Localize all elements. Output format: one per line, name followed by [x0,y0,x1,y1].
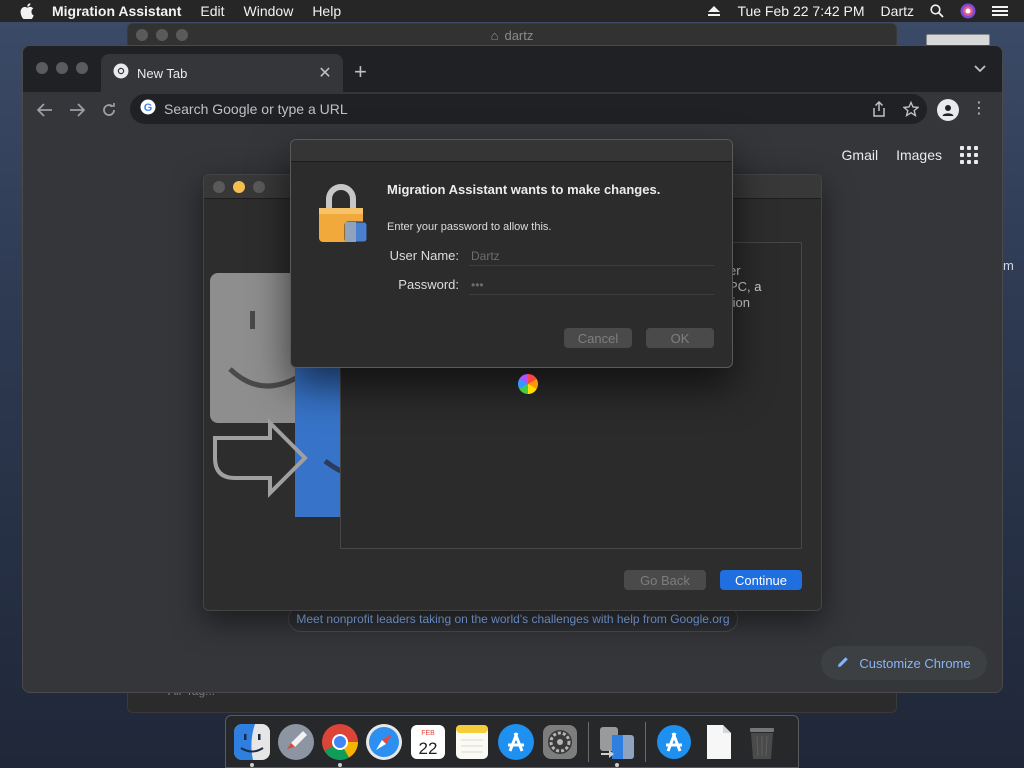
panel-text-line: PC, a [729,279,762,294]
gmail-link[interactable]: Gmail [842,147,879,163]
panel-text-line: tion [729,295,750,310]
dock-separator [588,721,589,762]
calendar-day: 22 [419,739,438,758]
tab-strip: New Tab ✕ + [23,46,1002,92]
window-controls[interactable] [36,62,88,74]
chrome-toolbar: G Search Google or type a URL ⋮ [23,92,1002,128]
dock: FEB 22 [225,715,799,768]
tab-title: New Tab [137,65,188,81]
menubar-clock[interactable]: Tue Feb 22 7:42 PM [737,3,864,19]
dock-separator [645,721,646,762]
password-field[interactable]: ••• [469,275,714,295]
menu-help[interactable]: Help [312,3,341,19]
omnibox[interactable]: G Search Google or type a URL [130,94,927,124]
menu-app-name[interactable]: Migration Assistant [52,3,181,19]
document-icon[interactable] [698,722,738,762]
reload-icon[interactable] [97,98,121,122]
chrome-icon[interactable] [320,722,360,767]
customize-chrome-label: Customize Chrome [859,655,971,671]
continue-button[interactable]: Continue [720,570,802,590]
system-preferences-icon[interactable] [540,722,580,762]
profile-avatar-icon[interactable] [937,99,959,121]
authentication-dialog: Migration Assistant wants to make change… [290,139,733,368]
migration-assistant-icon[interactable] [597,722,637,767]
chrome-favicon-icon [113,63,129,84]
customize-chrome-button[interactable]: Customize Chrome [821,646,987,680]
window-controls[interactable] [136,29,188,41]
dialog-subtext: Enter your password to allow this. [387,221,552,233]
google-g-icon: G [140,99,156,120]
username-label: User Name: [389,248,459,263]
close-tab-icon[interactable]: ✕ [315,63,335,83]
go-back-button[interactable]: Go Back [624,570,706,590]
finder-icon[interactable] [232,722,272,767]
notes-icon[interactable] [452,722,492,762]
ok-button[interactable]: OK [646,328,714,348]
spotlight-search-icon[interactable] [930,4,944,18]
password-label: Password: [398,277,459,292]
control-center-icon[interactable] [992,5,1008,17]
safari-icon[interactable] [364,722,404,762]
window-title: dartz [504,27,534,43]
home-folder-icon: ⌂ [490,27,499,43]
partial-window-text: m [1003,258,1014,273]
dialog-heading: Migration Assistant wants to make change… [387,182,661,197]
back-arrow-icon[interactable] [33,98,57,122]
omnibox-placeholder: Search Google or type a URL [164,101,348,117]
calendar-icon[interactable]: FEB 22 [408,722,448,762]
cancel-button[interactable]: Cancel [564,328,632,348]
menu-bar: Migration Assistant Edit Window Help Tue… [0,0,1024,22]
svg-text:G: G [144,102,153,114]
chevron-down-icon[interactable] [974,60,986,78]
app-store-icon[interactable] [496,722,536,762]
wait-cursor-icon [518,374,538,394]
share-icon[interactable] [863,101,895,117]
new-tab-icon[interactable]: + [354,59,367,85]
forward-arrow-icon[interactable] [65,98,89,122]
menubar-user[interactable]: Dartz [881,3,914,19]
trash-icon[interactable] [742,722,782,762]
images-link[interactable]: Images [896,147,942,163]
app-store-folder-icon[interactable] [654,722,694,762]
window-controls[interactable] [213,181,265,193]
panel-text-line: er [729,263,741,278]
eject-icon[interactable] [707,5,721,17]
bookmark-star-icon[interactable] [895,101,927,117]
google-apps-icon[interactable] [960,146,978,164]
lock-icon [317,182,369,249]
siri-icon[interactable] [960,3,976,19]
launchpad-icon[interactable] [276,722,316,762]
menu-edit[interactable]: Edit [200,3,224,19]
pencil-icon [837,656,849,671]
calendar-month: FEB [421,730,435,737]
apple-menu-icon[interactable] [18,2,36,20]
username-field[interactable]: Dartz [469,246,714,266]
menu-window[interactable]: Window [244,3,294,19]
tab-new-tab[interactable]: New Tab ✕ [101,54,343,92]
migration-panel-text: er PC, a tion [729,263,762,311]
more-menu-icon[interactable]: ⋮ [971,98,987,118]
